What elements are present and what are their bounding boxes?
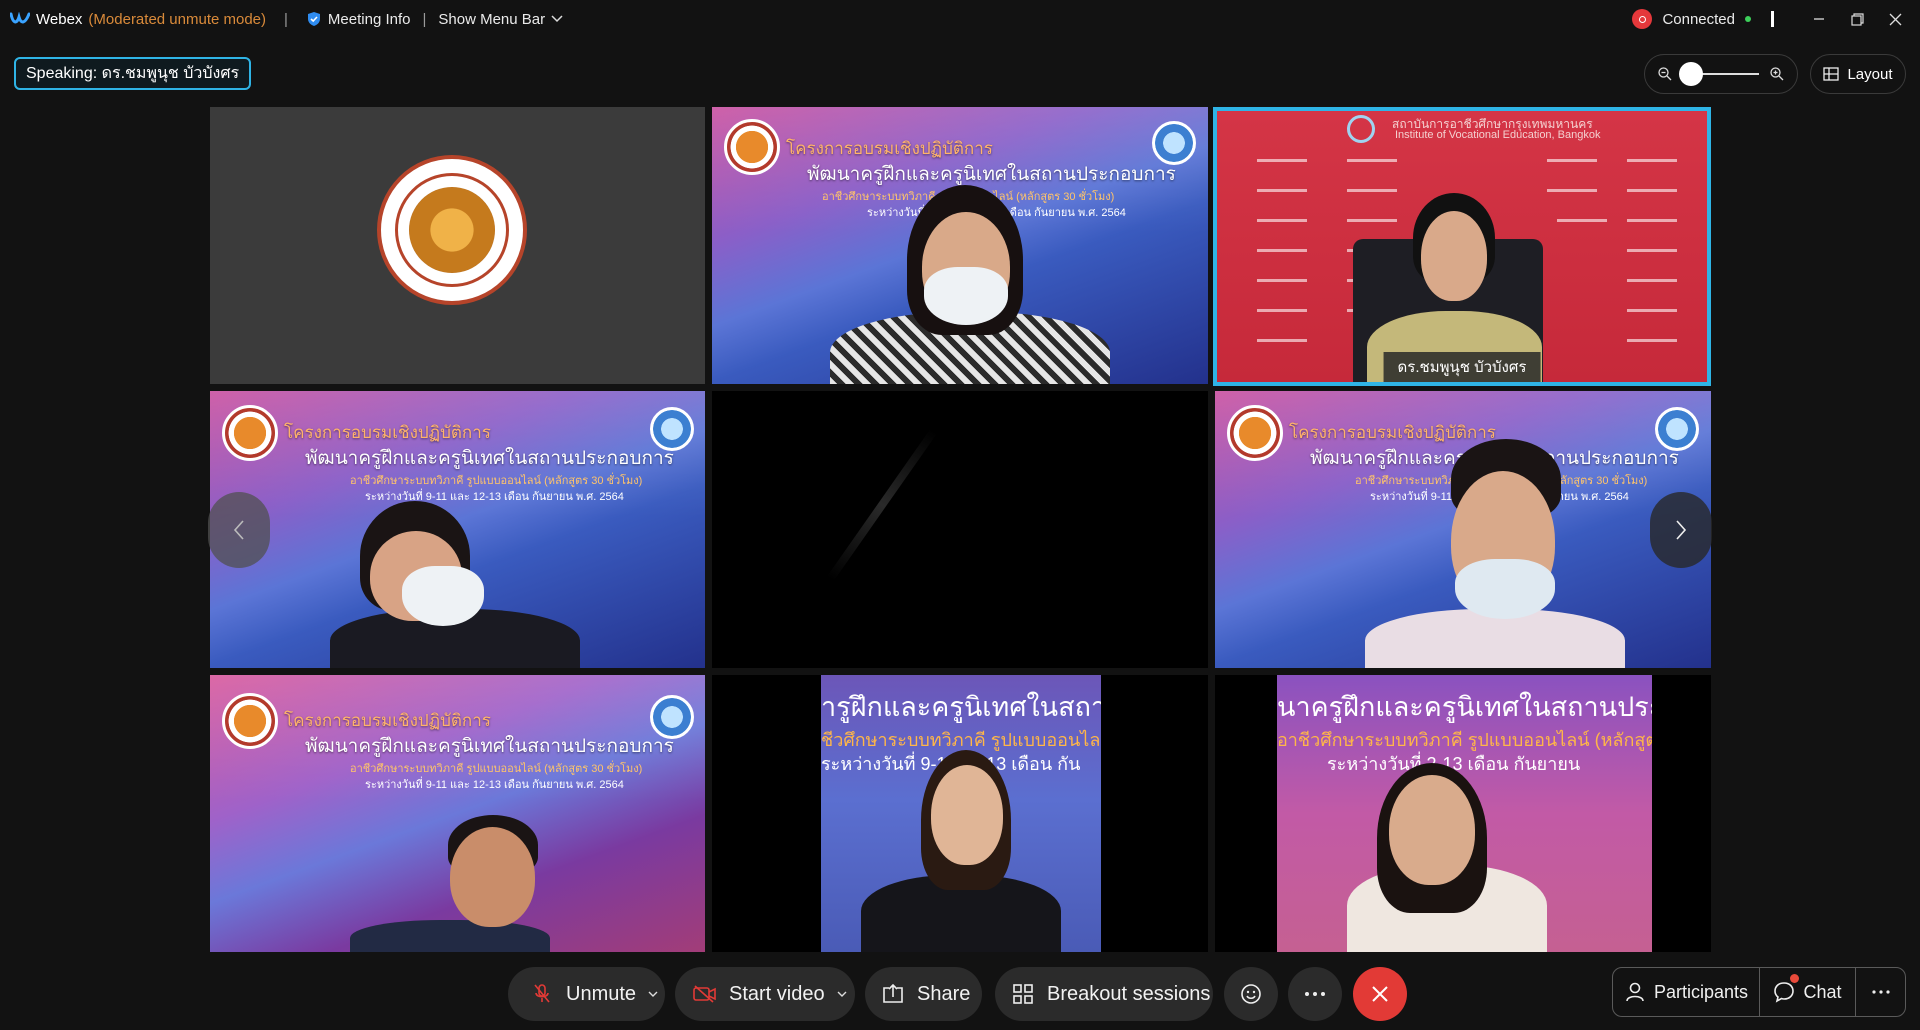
institute-seal-icon <box>377 155 527 305</box>
banner-title-cropped: ารูฝึกและครูนิเทศในสถานเ <box>821 692 1101 722</box>
banner-sub-2: ระหว่างวันที่ 9-11 และ 12-13 เดือน กันยา… <box>365 779 624 791</box>
video-tile-participant-9[interactable]: นาครูฝึกและครูนิเทศในสถานประก อาชีวศึกษา… <box>1215 675 1711 952</box>
project-seal-icon <box>222 693 278 749</box>
webex-logo-icon <box>10 12 30 24</box>
panel-more-button[interactable] <box>1855 968 1905 1016</box>
project-seal-icon <box>1227 405 1283 461</box>
breakout-label: Breakout sessions <box>1047 982 1211 1005</box>
participants-icon <box>1626 982 1644 1002</box>
banner-title-2: พัฒนาครูฝึกและครูนิเทศในสถานประกอบการ <box>305 448 674 469</box>
close-icon[interactable] <box>1876 0 1914 38</box>
institute-logo-icon <box>1347 115 1375 143</box>
title-separator-2: | <box>422 10 427 28</box>
restore-icon[interactable] <box>1838 0 1876 38</box>
unmute-button[interactable]: Unmute <box>508 967 665 1021</box>
project-seal-icon <box>724 119 780 175</box>
more-icon <box>1871 990 1890 994</box>
chat-label: Chat <box>1803 981 1842 1002</box>
chevron-left-icon <box>233 520 244 540</box>
connection-status: Connected <box>1662 10 1735 28</box>
speaking-indicator: Speaking: ดร.ชมพูนุช บัวบังศร <box>14 57 252 90</box>
shield-icon <box>307 12 320 26</box>
video-tile-participant-4[interactable]: โครงการอบรมเชิงปฏิบัติการ พัฒนาครูฝึกและ… <box>210 391 705 668</box>
zoom-slider-knob[interactable] <box>1679 62 1703 86</box>
title-bar: Webex (Moderated unmute mode) | Meeting … <box>0 0 1920 38</box>
video-artifact <box>827 428 937 582</box>
reaction-icon <box>1241 984 1261 1004</box>
video-tile-participant-7[interactable]: โครงการอบรมเชิงปฏิบัติการ พัฒนาครูฝึกและ… <box>210 675 705 952</box>
start-video-label: Start video <box>729 982 825 1005</box>
institute-name-en: Institute of Vocational Education, Bangk… <box>1395 129 1601 141</box>
chat-notification-dot <box>1790 974 1799 983</box>
previous-page-button[interactable] <box>208 492 270 568</box>
banner-title-1: โครงการอบรมเชิงปฏิบัติการ <box>284 711 491 730</box>
unmute-label: Unmute <box>566 982 637 1005</box>
unmute-mode-label: (Moderated unmute mode) <box>88 10 267 28</box>
chat-icon <box>1774 982 1795 1003</box>
share-icon <box>881 982 905 1006</box>
video-tile-participant-5[interactable] <box>712 391 1208 668</box>
video-tile-logo[interactable] <box>210 107 705 384</box>
meeting-info-button[interactable]: Meeting Info <box>306 10 411 28</box>
end-call-button[interactable] <box>1353 967 1407 1021</box>
chevron-down-icon <box>551 15 563 23</box>
banner-title-2: พัฒนาครูฝึกและครูนิเทศในสถานประกอบการ <box>305 736 674 757</box>
microphone-muted-icon <box>530 982 554 1006</box>
video-off-icon <box>693 982 717 1006</box>
start-video-button[interactable]: Start video <box>675 967 855 1021</box>
video-tile-participant-8[interactable]: ารูฝึกและครูนิเทศในสถานเ ชีวศึกษาระบบทวิ… <box>712 675 1208 952</box>
more-options-button[interactable] <box>1288 967 1342 1021</box>
record-icon[interactable] <box>1632 9 1653 29</box>
minimize-icon[interactable] <box>1800 0 1838 38</box>
share-label: Share <box>917 982 971 1005</box>
show-menu-bar-button[interactable]: Show Menu Bar <box>438 11 563 28</box>
chevron-right-icon <box>1676 520 1687 540</box>
breakout-icon <box>1011 982 1035 1006</box>
app-name: Webex <box>36 10 83 28</box>
participants-button[interactable]: Participants <box>1613 968 1759 1016</box>
title-separator: | <box>284 10 288 28</box>
banner-title-1: โครงการอบรมเชิงปฏิบัติการ <box>1289 423 1496 442</box>
breakout-sessions-button[interactable]: Breakout sessions <box>995 967 1213 1021</box>
speaker-name-tag: ดร.ชมพูนุช บัวบังศร <box>1383 352 1541 382</box>
video-tile-participant-2[interactable]: โครงการอบรมเชิงปฏิบัติการ พัฒนาครูฝึกและ… <box>712 107 1208 384</box>
zoom-control[interactable] <box>1644 54 1798 94</box>
speaking-label: Speaking: ดร.ชมพูนุช บัวบังศร <box>26 65 240 82</box>
project-seal-icon <box>222 405 278 461</box>
share-button[interactable]: Share <box>865 967 982 1021</box>
chat-button[interactable]: Chat <box>1759 968 1855 1016</box>
video-tile-participant-6[interactable]: โครงการอบรมเชิงปฏิบัติการ พัฒนาครูฝึกและ… <box>1215 391 1711 668</box>
chevron-down-icon[interactable] <box>837 991 849 997</box>
meeting-info-label: Meeting Info <box>327 10 411 28</box>
participants-label: Participants <box>1653 981 1749 1002</box>
connection-indicator <box>1745 16 1751 22</box>
layout-label: Layout <box>1847 65 1893 83</box>
end-call-icon <box>1372 986 1388 1002</box>
layout-button[interactable]: Layout <box>1810 54 1906 94</box>
banner-title-1: โครงการอบรมเชิงปฏิบัติการ <box>786 139 993 158</box>
next-page-button[interactable] <box>1650 492 1712 568</box>
reactions-button[interactable] <box>1224 967 1278 1021</box>
zoom-out-icon[interactable] <box>1657 66 1673 82</box>
video-tile-active-speaker[interactable]: สถาบันการอาชีวศึกษากรุงเทพมหานคร Institu… <box>1213 107 1711 386</box>
chevron-down-icon[interactable] <box>648 991 660 997</box>
show-menu-bar-label: Show Menu Bar <box>438 10 546 28</box>
zoom-in-icon[interactable] <box>1769 66 1785 82</box>
layout-grid-icon <box>1823 67 1840 81</box>
banner-title-cropped: นาครูฝึกและครูนิเทศในสถานประก <box>1277 692 1652 722</box>
divider <box>1771 11 1774 27</box>
panel-buttons: Participants Chat <box>1612 967 1906 1017</box>
banner-title-1: โครงการอบรมเชิงปฏิบัติการ <box>284 423 491 442</box>
banner-title-2: พัฒนาครูฝึกและครูนิเทศในสถานประกอบการ <box>807 164 1176 185</box>
more-icon <box>1305 992 1325 996</box>
zoom-slider[interactable] <box>1679 62 1759 86</box>
